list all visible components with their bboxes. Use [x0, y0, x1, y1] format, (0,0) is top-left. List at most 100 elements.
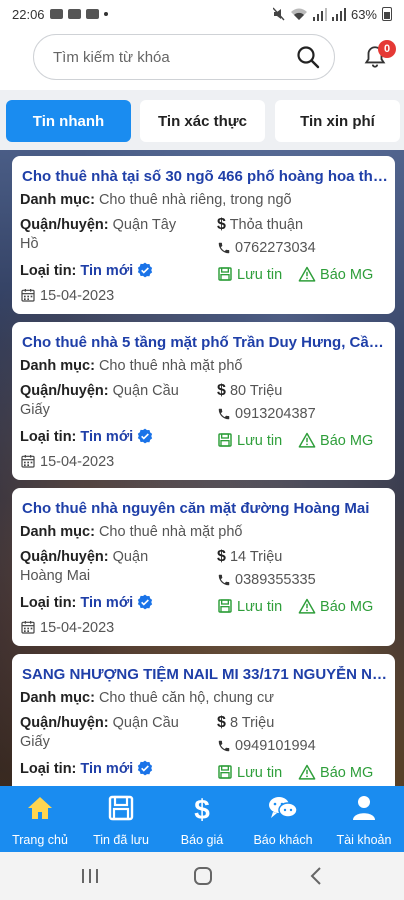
save-label: Lưu tin [237, 433, 283, 449]
category-value: Cho thuê nhà mặt phố [98, 524, 243, 540]
category-row: Danh mục: Cho thuê căn hộ, chung cư [20, 690, 274, 706]
battery-percent: 63% [350, 6, 377, 22]
type-row: Loại tin: Tin mới [20, 594, 153, 611]
type-value: Tin mới [80, 429, 134, 445]
save-icon [218, 267, 232, 281]
save-icon [108, 795, 134, 821]
bottom-nav: Trang chủ Tin đã lưu $ Báo giá Báo khách… [0, 786, 404, 852]
report-broker-button[interactable]: Báo MG [298, 266, 373, 283]
phone-row[interactable]: 0913204387 [217, 406, 316, 422]
listing-card[interactable]: SANG NHƯỢNG TIỆM NAIL MI 33/171 NGUYỄN N… [12, 654, 395, 786]
district-value-line2: Giấy [20, 734, 50, 750]
verified-icon [138, 760, 153, 776]
save-icon [218, 599, 232, 613]
signal-icon [312, 7, 327, 21]
district-row-continued: Giấy [20, 402, 50, 418]
phone-row[interactable]: 0762273034 [217, 240, 316, 256]
warning-icon [298, 598, 316, 614]
signal-icon [331, 7, 346, 21]
notification-app-icon [67, 9, 81, 19]
phone-value[interactable]: 0913204387 [235, 406, 316, 422]
phone-row[interactable]: 0389355335 [217, 572, 316, 588]
save-button[interactable]: Lưu tin [217, 432, 282, 449]
district-value: Quận Tây [112, 217, 177, 233]
phone-value[interactable]: 0762273034 [235, 240, 316, 256]
phone-value[interactable]: 0949101994 [235, 738, 316, 754]
tab-tin-xin-phi[interactable]: Tin xin phí [275, 100, 400, 142]
nav-label: Báo khách [253, 833, 313, 847]
type-row: Loại tin: Tin mới [20, 760, 153, 777]
save-button[interactable]: Lưu tin [217, 764, 282, 781]
nav-report-customer[interactable]: Báo khách [243, 786, 323, 852]
phone-icon [218, 740, 230, 752]
category-label: Danh mục: [20, 524, 95, 540]
price-value: 8 Triệu [229, 715, 275, 731]
phone-value[interactable]: 0389355335 [235, 572, 316, 588]
type-row: Loại tin: Tin mới [20, 428, 153, 445]
search-icon[interactable] [296, 45, 320, 69]
dollar-icon: $ [217, 714, 226, 731]
district-row: Quận/huyện: Quận [20, 549, 210, 565]
search-bar[interactable] [33, 34, 335, 80]
listing-card[interactable]: Cho thuê nhà tại số 30 ngõ 466 phố hoàng… [12, 156, 395, 314]
save-button[interactable]: Lưu tin [217, 598, 282, 615]
nav-home[interactable]: Trang chủ [0, 786, 80, 852]
listing-card[interactable]: Cho thuê nhà 5 tầng mặt phố Trần Duy Hưn… [12, 322, 395, 480]
report-broker-button[interactable]: Báo MG [298, 432, 373, 449]
listing-card[interactable]: Cho thuê nhà nguyên căn mặt đường Hoàng … [12, 488, 395, 646]
report-label: Báo MG [320, 433, 374, 449]
tab-bar: Tin nhanh Tin xác thực Tin xin phí [0, 90, 404, 150]
price-row: $ 80 Triệu [217, 382, 282, 400]
back-icon[interactable] [308, 866, 324, 886]
notification-badge: 0 [378, 40, 396, 58]
phone-icon [218, 242, 230, 254]
search-input[interactable] [53, 48, 296, 66]
nav-label: Trang chủ [12, 833, 68, 847]
status-bar: 22:06 63% [0, 0, 404, 28]
date-row: 15-04-2023 [20, 287, 114, 304]
listing-list[interactable]: Cho thuê nhà tại số 30 ngõ 466 phố hoàng… [0, 150, 404, 786]
category-label: Danh mục: [20, 192, 95, 208]
category-label: Danh mục: [20, 690, 95, 706]
listing-title[interactable]: Cho thuê nhà nguyên căn mặt đường Hoàng … [22, 500, 390, 517]
type-value: Tin mới [80, 761, 134, 777]
listing-title[interactable]: SANG NHƯỢNG TIỆM NAIL MI 33/171 NGUYỄN N… [22, 666, 390, 683]
price-value: 80 Triệu [229, 383, 283, 399]
save-button[interactable]: Lưu tin [217, 266, 282, 283]
district-label: Quận/huyện: [20, 217, 109, 233]
listing-title[interactable]: Cho thuê nhà tại số 30 ngõ 466 phố hoàng… [22, 168, 390, 185]
district-row: Quận/huyện: Quận Cầu [20, 383, 210, 399]
dollar-icon: $ [217, 382, 226, 399]
system-nav-bar [0, 852, 404, 900]
dollar-icon: $ [217, 216, 226, 233]
nav-label: Tài khoản [336, 833, 392, 847]
district-value: Quận Cầu [112, 383, 179, 399]
nav-saved[interactable]: Tin đã lưu [81, 786, 161, 852]
more-notifications-icon [103, 12, 108, 16]
nav-quote[interactable]: $ Báo giá [162, 786, 242, 852]
home-button-icon[interactable] [193, 866, 213, 886]
district-value-line2: Giấy [20, 402, 50, 418]
nav-label: Báo giá [180, 833, 224, 847]
notification-app-icon [49, 9, 63, 19]
nav-account[interactable]: Tài khoản [324, 786, 404, 852]
recent-apps-icon[interactable] [80, 867, 100, 885]
type-value: Tin mới [80, 595, 134, 611]
dollar-icon: $ [194, 794, 210, 824]
tab-tin-xac-thuc[interactable]: Tin xác thực [140, 100, 265, 142]
price-row: $ 8 Triệu [217, 714, 274, 732]
category-row: Danh mục: Cho thuê nhà mặt phố [20, 524, 242, 540]
svg-text:$: $ [194, 794, 210, 824]
report-broker-button[interactable]: Báo MG [298, 598, 373, 615]
type-label: Loại tin: [20, 429, 77, 445]
listing-title[interactable]: Cho thuê nhà 5 tầng mặt phố Trần Duy Hưn… [22, 334, 390, 351]
type-label: Loại tin: [20, 263, 77, 279]
district-row-continued: Hoàng Mai [20, 568, 90, 584]
phone-icon [218, 574, 230, 586]
mute-icon [272, 7, 285, 21]
phone-row[interactable]: 0949101994 [217, 738, 316, 754]
tab-tin-nhanh[interactable]: Tin nhanh [6, 100, 131, 142]
report-broker-button[interactable]: Báo MG [298, 764, 373, 781]
wifi-icon [290, 8, 307, 20]
type-label: Loại tin: [20, 761, 77, 777]
